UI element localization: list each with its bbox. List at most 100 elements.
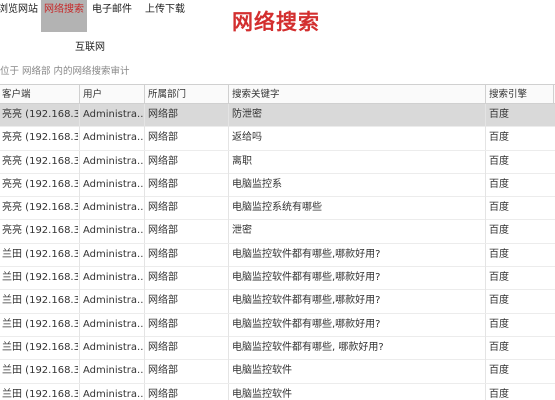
table-row[interactable]: 兰田 (192.168.3... Administra... 网络部 电脑监控软件 百度: [0, 360, 555, 384]
cell-department: 网络部: [148, 318, 178, 330]
cell-department: 网络部: [148, 155, 178, 167]
cell-department: 网络部: [148, 202, 178, 214]
cell-search-keyword: 离职: [232, 155, 252, 167]
cell-search-keyword: 电脑监控软件都有哪些,哪款好用?: [232, 248, 381, 260]
cell-user: Administra...: [83, 318, 143, 330]
column-divider: [79, 173, 80, 197]
nav-group-internet: 互联网: [75, 42, 105, 53]
column-divider: [228, 173, 229, 197]
table-row[interactable]: 兰田 (192.168.3... Administra... 网络部 电脑监控软件都有…: [0, 267, 555, 291]
column-divider: [485, 127, 486, 151]
cell-search-engine: 百度: [489, 155, 509, 167]
cell-user: Administra...: [83, 202, 143, 214]
cell-search-keyword: 电脑监控系统有哪些: [232, 202, 322, 214]
table-row[interactable]: 兰田 (192.168.3... Administra... 网络部 电脑监控软件 百度: [0, 383, 555, 400]
cell-client: 兰田 (192.168.3...: [2, 341, 78, 353]
column-divider[interactable]: [553, 85, 554, 104]
header-user[interactable]: 用户: [81, 85, 143, 104]
header-search-engine[interactable]: 搜索引擎: [487, 85, 547, 104]
column-divider[interactable]: [79, 85, 80, 104]
column-divider: [485, 290, 486, 314]
cell-search-engine: 百度: [489, 365, 509, 377]
table-row[interactable]: 兰田 (192.168.3... Administra... 网络部 电脑监控软件都有…: [0, 336, 555, 361]
column-divider: [228, 243, 229, 267]
top-nav: 浏览网站 网络搜索 电子邮件 上传下载: [0, 0, 195, 36]
nav-upload-download[interactable]: 上传下载: [145, 0, 185, 32]
column-divider: [485, 336, 486, 360]
column-divider: [144, 383, 145, 400]
column-divider: [79, 104, 80, 127]
cell-search-keyword: 电脑监控系: [232, 178, 282, 190]
cell-user: Administra...: [83, 132, 143, 144]
cell-user: Administra...: [83, 295, 143, 307]
cell-user: Administra...: [83, 225, 143, 237]
cell-user: Administra...: [83, 155, 143, 167]
cell-user: Administra...: [83, 272, 143, 284]
table-row[interactable]: 兰田 (192.168.3... Administra... 网络部 电脑监控软件都有…: [0, 243, 555, 268]
audit-table: 客户端 用户 所属部门 搜索关键字 搜索引擎 亮亮 (192.168.3... A…: [0, 84, 555, 400]
nav-web-search[interactable]: 网络搜索: [41, 0, 87, 32]
column-divider: [228, 127, 229, 151]
location-breadcrumb: 位于 网络部 内的网络搜索审计: [0, 66, 130, 77]
column-divider: [228, 336, 229, 360]
cell-search-engine: 百度: [489, 178, 509, 190]
table-body: 亮亮 (192.168.3...Administra...网络部防泄密百度亮亮 …: [0, 104, 555, 400]
column-divider[interactable]: [144, 85, 145, 104]
column-divider: [79, 127, 80, 151]
column-divider: [228, 220, 229, 244]
cell-user: Administra...: [83, 178, 143, 190]
table-row[interactable]: 亮亮 (192.168.3... Administra... 网络部 电脑监控系统有哪…: [0, 197, 555, 221]
table-row[interactable]: 兰田 (192.168.3... Administra... 网络部 电脑监控软件都有…: [0, 313, 555, 337]
cell-client: 亮亮 (192.168.3...: [2, 132, 78, 144]
column-divider: [144, 336, 145, 360]
table-row[interactable]: 亮亮 (192.168.3... Administra... 网络部 返给吗 百度: [0, 127, 555, 151]
table-row[interactable]: 亮亮 (192.168.3... Administra... 网络部 电脑监控系 百度: [0, 173, 555, 198]
column-divider: [485, 360, 486, 384]
table-row[interactable]: 兰田 (192.168.3... Administra... 网络部 电脑监控软件都有…: [0, 290, 555, 314]
cell-user: Administra...: [83, 341, 143, 353]
cell-search-engine: 百度: [489, 272, 509, 284]
nav-browse-web[interactable]: 浏览网站: [0, 0, 38, 32]
column-divider: [144, 290, 145, 314]
column-divider: [144, 173, 145, 197]
cell-department: 网络部: [148, 365, 178, 377]
column-divider[interactable]: [485, 85, 486, 104]
cell-search-keyword: 返给吗: [232, 132, 262, 144]
table-row[interactable]: 亮亮 (192.168.3... Administra... 网络部 防泄密 百度: [0, 104, 555, 128]
cell-user: Administra...: [83, 365, 143, 377]
cell-search-keyword: 电脑监控软件: [232, 388, 292, 400]
column-divider: [144, 150, 145, 174]
cell-department: 网络部: [148, 341, 178, 353]
column-divider: [485, 220, 486, 244]
column-divider: [485, 267, 486, 291]
cell-search-keyword: 电脑监控软件都有哪些,哪款好用?: [232, 295, 381, 307]
table-row[interactable]: 亮亮 (192.168.3... Administra... 网络部 泄密 百度: [0, 220, 555, 244]
cell-search-keyword: 电脑监控软件都有哪些,哪款好用?: [232, 318, 381, 330]
nav-email[interactable]: 电子邮件: [92, 0, 132, 32]
cell-user: Administra...: [83, 388, 143, 400]
table-row[interactable]: 亮亮 (192.168.3... Administra... 网络部 离职 百度: [0, 150, 555, 174]
column-divider[interactable]: [228, 85, 229, 104]
column-divider: [144, 243, 145, 267]
column-divider: [485, 104, 486, 127]
column-divider: [79, 243, 80, 267]
cell-search-engine: 百度: [489, 318, 509, 330]
column-divider: [79, 197, 80, 221]
column-divider: [79, 290, 80, 314]
cell-department: 网络部: [148, 388, 178, 400]
header-department[interactable]: 所属部门: [146, 85, 228, 104]
header-search-keyword[interactable]: 搜索关键字: [230, 85, 484, 104]
cell-search-engine: 百度: [489, 248, 509, 260]
cell-client: 兰田 (192.168.3...: [2, 388, 78, 400]
column-divider: [228, 150, 229, 174]
cell-user: Administra...: [83, 248, 143, 260]
cell-client: 亮亮 (192.168.3...: [2, 155, 78, 167]
cell-client: 亮亮 (192.168.3...: [2, 225, 78, 237]
header-client[interactable]: 客户端: [0, 85, 78, 104]
cell-client: 亮亮 (192.168.3...: [2, 178, 78, 190]
cell-client: 兰田 (192.168.3...: [2, 318, 78, 330]
cell-search-engine: 百度: [489, 295, 509, 307]
column-divider: [485, 383, 486, 400]
cell-department: 网络部: [148, 248, 178, 260]
column-divider: [144, 127, 145, 151]
